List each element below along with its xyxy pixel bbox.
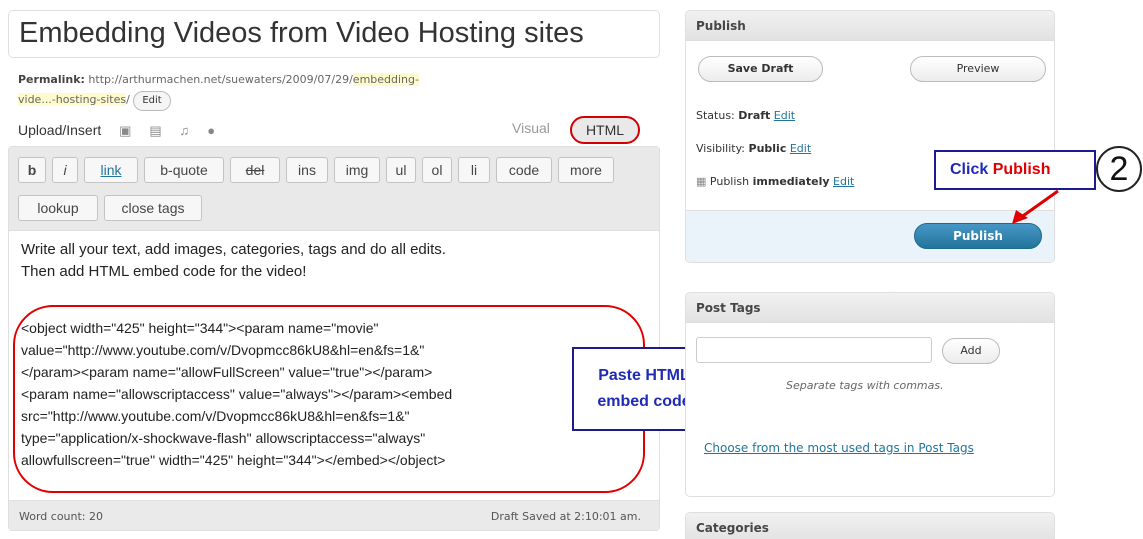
status-value: Draft [738,109,771,122]
code-line: src="http://www.youtube.com/v/Dvopmcc86k… [21,408,410,424]
quicktag-lookup-button[interactable]: lookup [18,195,98,221]
quicktag-link-button[interactable]: link [84,157,138,183]
quicktag-close-tags-button[interactable]: close tags [104,195,202,221]
permalink-slug-part-2: vide...-hosting-sites [18,93,127,106]
publish-value: immediately [752,175,830,188]
quicktags-toolbar: b i link b-quote del ins img ul ol li co… [9,147,659,231]
quicktag-img-button[interactable]: img [334,157,380,183]
visibility-edit-link[interactable]: Edit [790,142,811,155]
status-edit-link[interactable]: Edit [774,109,795,122]
media-icon[interactable]: ● [207,123,215,138]
audio-icon[interactable]: ♫ [180,123,190,138]
publish-actions-bar: Publish [686,210,1054,262]
quicktag-del-button[interactable]: del [230,157,280,183]
tags-hint: Separate tags with commas. [786,379,944,392]
arrow-head [1012,210,1028,224]
code-line: allowfullscreen="true" width="425" heigh… [21,452,446,468]
quicktag-bold-button[interactable]: b [18,157,46,183]
post-status-row: Status: Draft Edit [696,109,795,122]
word-count: Word count: 20 [19,510,104,523]
add-tag-button[interactable]: Add [942,338,1000,364]
publish-label: Publish [709,175,750,188]
arrow-icon [1012,189,1059,224]
publish-schedule-row: ▦ Publish immediately Edit [696,175,854,188]
post-tags-box: Post Tags Add Separate tags with commas.… [685,292,1055,497]
permalink-base: http://arthurmachen.net/suewaters/2009/0… [88,73,353,86]
quicktag-ins-button[interactable]: ins [286,157,328,183]
html-editor: b i link b-quote del ins img ul ol li co… [8,146,660,531]
embed-code-text[interactable]: <object width="425" height="344"><param … [21,317,649,471]
code-line: value="http://www.youtube.com/v/Dvopmcc8… [21,342,425,358]
permalink-slug-part-1: embedding- [352,73,419,86]
editor-intro-text[interactable]: Write all your text, add images, categor… [21,239,641,283]
arrow-shaft [1019,189,1059,220]
categories-title: Categories [686,513,1054,539]
callout2-text-b: Publish [992,161,1051,178]
permalink-edit-button[interactable]: Edit [133,91,171,111]
permalink-trail: / [126,93,130,106]
code-line: <object width="425" height="344"><param … [21,320,379,336]
editor-status-bar: Word count: 20 Draft Saved at 2:10:01 am… [9,500,659,530]
quicktag-code-button[interactable]: code [496,157,552,183]
save-draft-button[interactable]: Save Draft [698,56,823,82]
code-line: type="application/x-shockwave-flash" all… [21,430,426,446]
quicktag-ol-button[interactable]: ol [422,157,452,183]
visibility-label: Visibility: [696,142,746,155]
quicktag-italic-button[interactable]: i [52,157,78,183]
publish-box-title: Publish [686,11,1054,41]
intro-line-1: Write all your text, add images, categor… [21,241,446,258]
status-label: Status: [696,109,735,122]
categories-box: Categories [685,512,1055,539]
upload-insert-bar: Upload/Insert ▣ ▤ ♫ ● [18,122,215,139]
most-used-tags-text: Choose from the most used tags in Post T… [704,441,974,455]
post-title-text: Embedding Videos from Video Hosting site… [19,17,584,49]
most-used-tags-link[interactable]: Choose from the most used tags in Post T… [704,439,1014,457]
post-tags-title: Post Tags [686,293,1054,323]
image-icon[interactable]: ▣ [119,123,131,139]
visibility-row: Visibility: Public Edit [696,142,811,155]
visibility-value: Public [748,142,787,155]
quicktag-li-button[interactable]: li [458,157,490,183]
permalink-row: Permalink: http://arthurmachen.net/suewa… [18,70,618,111]
tag-input[interactable] [696,337,932,363]
calendar-icon: ▦ [696,175,707,188]
upload-insert-label: Upload/Insert [18,122,102,138]
video-icon[interactable]: ▤ [149,123,161,139]
code-line: </param><param name="allowFullScreen" va… [21,364,433,380]
intro-line-2: Then add HTML embed code for the video! [21,263,307,280]
permalink-label: Permalink: [18,73,85,86]
tab-visual[interactable]: Visual [512,120,550,136]
preview-button[interactable]: Preview [910,56,1046,82]
code-line: <param name="allowscriptaccess" value="a… [21,386,453,402]
step-2-number-circle: 2 [1096,146,1142,192]
draft-saved-status: Draft Saved at 2:10:01 am. [490,510,641,523]
schedule-edit-link[interactable]: Edit [833,175,854,188]
callout2-text-a: Click [950,161,993,178]
post-title-field[interactable]: Embedding Videos from Video Hosting site… [8,10,660,58]
quicktag-more-button[interactable]: more [558,157,614,183]
tab-html[interactable]: HTML [570,116,640,144]
click-publish-callout: Click Publish [934,150,1096,190]
quicktag-ul-button[interactable]: ul [386,157,416,183]
quicktag-bquote-button[interactable]: b-quote [144,157,224,183]
